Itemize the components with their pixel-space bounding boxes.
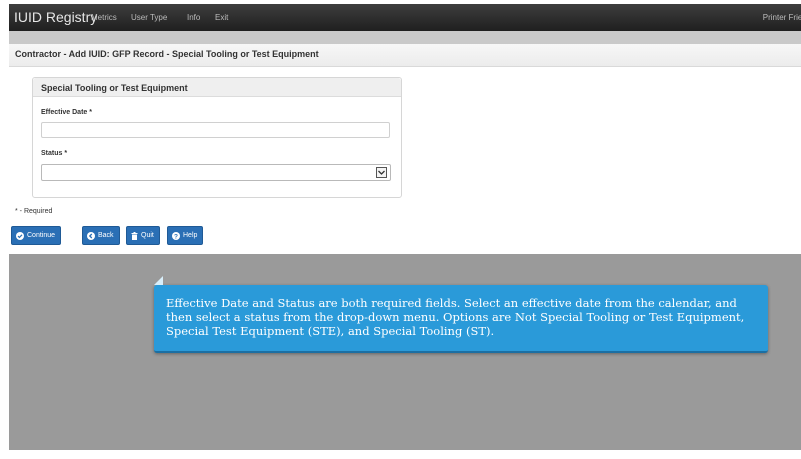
special-tooling-panel: Special Tooling or Test Equipment Effect… xyxy=(32,77,402,198)
page-title: Contractor - Add IUID: GFP Record - Spec… xyxy=(15,49,319,59)
header-band xyxy=(9,31,801,44)
back-circle-icon xyxy=(87,231,95,240)
instruction-callout: Effective Date and Status are both requi… xyxy=(154,276,768,353)
page-header: Contractor - Add IUID: GFP Record - Spec… xyxy=(9,44,801,67)
callout-fold xyxy=(154,276,163,285)
main-content: Contractor - Add IUID: GFP Record - Spec… xyxy=(9,44,801,254)
nav-link-user-type[interactable]: User Type xyxy=(131,13,167,22)
svg-text:?: ? xyxy=(174,233,178,240)
help-button[interactable]: ? Help xyxy=(167,226,204,245)
quit-label: Quit xyxy=(141,232,154,239)
status-label: Status * xyxy=(41,150,68,157)
effective-date-label: Effective Date * xyxy=(41,109,92,116)
panel-title: Special Tooling or Test Equipment xyxy=(41,83,188,93)
chevron-down-icon[interactable] xyxy=(376,167,387,178)
window-frame-left xyxy=(0,0,9,459)
nav-link-metrics[interactable]: Metrics xyxy=(91,13,117,22)
trash-icon xyxy=(131,231,138,240)
required-note: * - Required xyxy=(15,208,53,215)
callout-text: Effective Date and Status are both requi… xyxy=(166,296,745,338)
help-label: Help xyxy=(183,232,198,239)
panel-heading: Special Tooling or Test Equipment xyxy=(33,78,401,97)
printer-friendly-link[interactable]: Printer Friendly xyxy=(763,13,801,22)
check-circle-icon xyxy=(16,231,24,240)
window-frame-bottom xyxy=(0,450,801,459)
nav-link-exit[interactable]: Exit xyxy=(215,13,228,22)
continue-button[interactable]: Continue xyxy=(11,226,62,245)
status-select[interactable] xyxy=(41,164,391,181)
nav-link-info[interactable]: Info xyxy=(187,13,200,22)
back-label: Back xyxy=(98,232,114,239)
continue-label: Continue xyxy=(27,232,56,239)
brand-link[interactable]: IUID Registry xyxy=(14,9,97,25)
question-circle-icon: ? xyxy=(172,231,180,240)
top-navbar: IUID Registry Metrics User Type Info Exi… xyxy=(9,4,801,31)
back-button[interactable]: Back xyxy=(82,226,120,245)
effective-date-input[interactable] xyxy=(41,122,390,138)
quit-button[interactable]: Quit xyxy=(126,226,160,245)
app-window: IUID Registry Metrics User Type Info Exi… xyxy=(9,4,801,450)
